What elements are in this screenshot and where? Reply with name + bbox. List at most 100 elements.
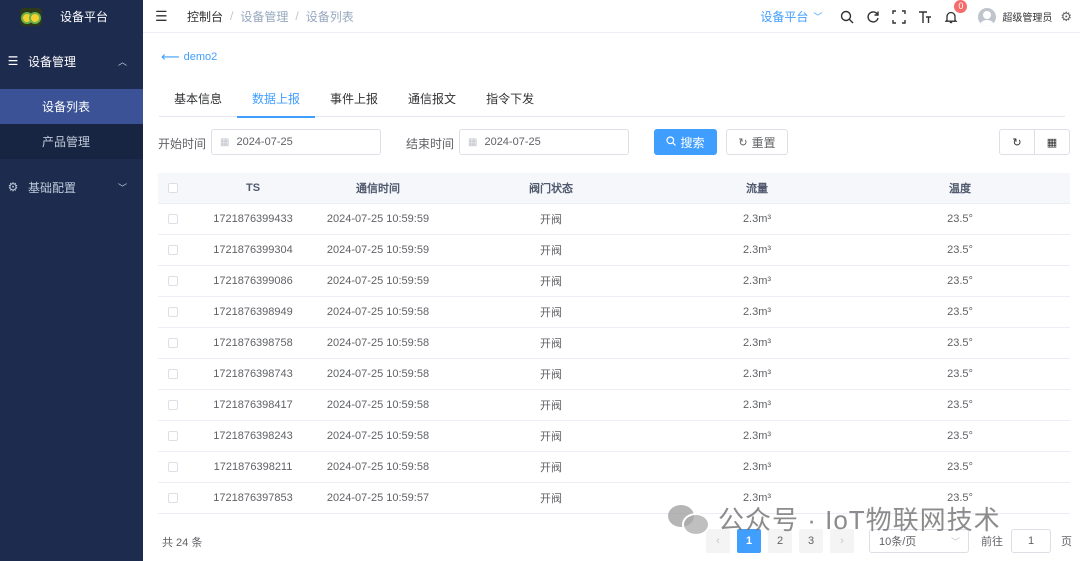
brand[interactable]: 设备平台 <box>0 0 143 33</box>
breadcrumb-separator: / <box>295 9 299 23</box>
search-icon[interactable] <box>839 9 855 25</box>
menu-group-device-management[interactable]: ☰ 设备管理 ︿ <box>0 33 143 89</box>
tab-basic-info[interactable]: 基本信息 <box>159 79 237 117</box>
goto-page-input[interactable]: 1 <box>1011 529 1051 553</box>
comm-time-cell: 2024-07-25 10:59:58 <box>326 430 430 442</box>
fullscreen-icon[interactable] <box>891 9 907 25</box>
chevron-up-icon: ︿ <box>117 56 127 67</box>
tab-messages[interactable]: 通信报文 <box>393 79 471 117</box>
sidebar-item-product-management[interactable]: 产品管理 <box>0 124 143 159</box>
table-row[interactable]: 1721876398743 2024-07-25 10:59:58 开阀 2.3m³ 2… <box>158 359 1070 390</box>
sidebar-item-device-list[interactable]: 设备列表 <box>0 89 143 124</box>
ts-cell: 1721876398758 <box>213 337 293 349</box>
menu-group-label: 设备管理 <box>28 54 77 69</box>
menu-group-basic-config[interactable]: ⚙ 基础配置 ﹀ <box>0 159 143 215</box>
column-header: TS <box>245 182 261 194</box>
table-row[interactable]: 1721876399086 2024-07-25 10:59:59 开阀 2.3m³ 2… <box>158 266 1070 297</box>
valve-status-cell: 开阀 <box>540 338 562 350</box>
table-row[interactable]: 1721876398949 2024-07-25 10:59:58 开阀 2.3m³ 2… <box>158 297 1070 328</box>
back-link-label: demo2 <box>183 51 218 63</box>
refresh-icon: ↻ <box>1012 136 1022 149</box>
tab-commands[interactable]: 指令下发 <box>471 79 549 117</box>
gear-icon: ⚙ <box>7 180 19 194</box>
avatar[interactable] <box>978 7 997 26</box>
total-count: 共 24 条 <box>162 537 203 549</box>
logo-icon <box>20 7 42 26</box>
breadcrumb-item[interactable]: 控制台 <box>187 8 223 25</box>
row-checkbox-cell <box>158 245 188 255</box>
row-checkbox-cell <box>158 431 188 441</box>
row-checkbox[interactable] <box>168 338 178 348</box>
breadcrumb-item[interactable]: 设备管理 <box>240 8 288 25</box>
tabs: 基本信息 数据上报 事件上报 通信报文 指令下发 <box>159 79 1065 118</box>
reset-button[interactable]: ↻ 重置 <box>726 129 788 155</box>
row-checkbox[interactable] <box>168 245 178 255</box>
tab-data-report[interactable]: 数据上报 <box>237 79 316 118</box>
comm-time-cell: 2024-07-25 10:59:58 <box>326 306 430 318</box>
row-checkbox[interactable] <box>168 400 178 410</box>
temperature-cell: 23.5° <box>947 430 973 442</box>
temperature-cell: 23.5° <box>947 306 973 318</box>
checkbox[interactable] <box>168 183 178 193</box>
platform-select-label: 设备平台 <box>760 10 809 24</box>
select-all-checkbox[interactable] <box>158 183 188 193</box>
row-checkbox[interactable] <box>168 214 178 224</box>
search-button[interactable]: 搜索 <box>654 129 717 155</box>
start-date-value: 2024-07-25 <box>236 136 293 148</box>
font-size-icon[interactable] <box>917 9 933 25</box>
end-date-input[interactable]: ▦ 2024-07-25 <box>459 129 629 155</box>
hamburger-icon[interactable]: ☰ <box>155 8 169 25</box>
wechat-icon <box>668 504 710 536</box>
tab-event-report[interactable]: 事件上报 <box>315 79 393 117</box>
table-body: 1721876399433 2024-07-25 10:59:59 开阀 2.3m³ 2… <box>158 204 1070 514</box>
sidebar-item-label: 设备列表 <box>42 100 91 114</box>
column-header: 温度 <box>949 183 971 195</box>
row-checkbox[interactable] <box>168 493 178 503</box>
flow-cell: 2.3m³ <box>742 399 772 411</box>
table-row[interactable]: 1721876398417 2024-07-25 10:59:58 开阀 2.3m³ 2… <box>158 390 1070 421</box>
watermark-text: 公众号 · IoT物联网技术 <box>718 505 1001 535</box>
temperature-cell: 23.5° <box>947 275 973 287</box>
table-row[interactable]: 1721876398211 2024-07-25 10:59:58 开阀 2.3m³ 2… <box>158 452 1070 483</box>
list-icon: ☰ <box>7 54 19 68</box>
page-unit-label: 页 <box>1061 536 1072 548</box>
settings-gear-icon[interactable]: ⚙ <box>1060 9 1072 25</box>
valve-status-cell: 开阀 <box>540 431 562 443</box>
temperature-cell: 23.5° <box>947 213 973 225</box>
row-checkbox[interactable] <box>168 307 178 317</box>
start-time-label: 开始时间 <box>158 137 207 151</box>
valve-status-cell: 开阀 <box>540 400 562 412</box>
ts-cell: 1721876399086 <box>213 275 293 287</box>
column-settings-button[interactable]: ▦ <box>1034 129 1070 155</box>
reset-button-label: 重置 <box>751 135 776 150</box>
ts-cell: 1721876398743 <box>213 368 293 380</box>
breadcrumb-item: 设备列表 <box>305 9 354 24</box>
back-link[interactable]: ⟵ demo2 <box>161 49 217 65</box>
row-checkbox[interactable] <box>168 431 178 441</box>
table-header: TS 通信时间 阀门状态 流量 温度 <box>158 173 1070 204</box>
bell-icon[interactable]: 0 <box>943 0 968 25</box>
start-date-input[interactable]: ▦ 2024-07-25 <box>211 129 381 155</box>
comm-time-cell: 2024-07-25 10:59:58 <box>326 461 430 473</box>
platform-select[interactable]: 设备平台 ﹀ <box>760 8 822 25</box>
row-checkbox[interactable] <box>168 276 178 286</box>
table-row[interactable]: 1721876398758 2024-07-25 10:59:58 开阀 2.3m³ 2… <box>158 328 1070 359</box>
table-row[interactable]: 1721876399304 2024-07-25 10:59:59 开阀 2.3m³ 2… <box>158 235 1070 266</box>
row-checkbox[interactable] <box>168 462 178 472</box>
row-checkbox[interactable] <box>168 369 178 379</box>
table-row[interactable]: 1721876399433 2024-07-25 10:59:59 开阀 2.3m³ 2… <box>158 204 1070 235</box>
flow-cell: 2.3m³ <box>742 430 772 442</box>
row-checkbox-cell <box>158 400 188 410</box>
ts-cell: 1721876399433 <box>213 213 293 225</box>
comm-time-cell: 2024-07-25 10:59:59 <box>326 213 430 225</box>
refresh-table-button[interactable]: ↻ <box>999 129 1035 155</box>
username[interactable]: 超级管理员 <box>1002 9 1052 24</box>
flow-cell: 2.3m³ <box>742 461 772 473</box>
breadcrumb: 控制台 / 设备管理 / 设备列表 <box>187 8 354 25</box>
refresh-icon[interactable] <box>865 9 881 25</box>
chevron-down-icon: ﹀ <box>117 182 127 193</box>
row-checkbox-cell <box>158 369 188 379</box>
valve-status-cell: 开阀 <box>540 462 562 474</box>
comm-time-cell: 2024-07-25 10:59:59 <box>326 275 430 287</box>
table-row[interactable]: 1721876398243 2024-07-25 10:59:58 开阀 2.3m³ 2… <box>158 421 1070 452</box>
